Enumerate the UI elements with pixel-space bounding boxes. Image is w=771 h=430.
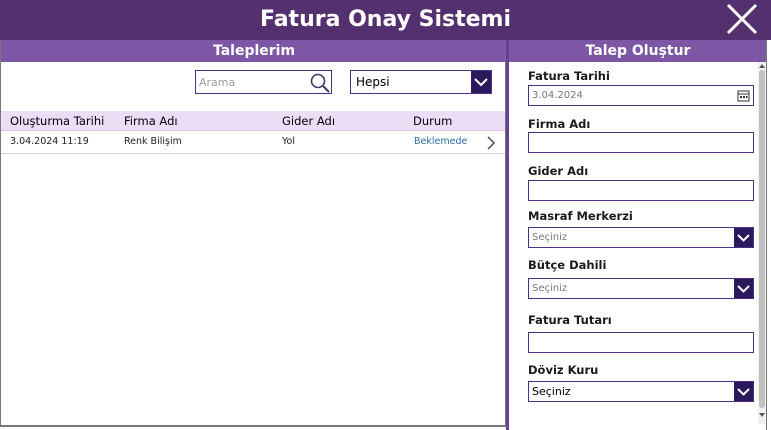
row-status: Beklemede: [414, 136, 468, 147]
expense-label: Gider Adı: [528, 164, 589, 178]
budget-value: Seçiniz: [532, 283, 568, 294]
company-input[interactable]: [528, 132, 754, 153]
chevron-down-icon: [737, 388, 750, 396]
scrollbar-thumb[interactable]: [759, 70, 765, 408]
panel-bottom-border: [0, 426, 506, 427]
company-label: Firma Adı: [528, 117, 591, 131]
column-header-created: Oluşturma Tarihi: [10, 114, 105, 128]
chevron-down-icon: [737, 285, 750, 293]
create-request-title: Talep Oluştur: [509, 40, 766, 62]
cost-center-value: Seçiniz: [532, 232, 568, 243]
search-box: [195, 70, 332, 94]
dropdown-button[interactable]: [734, 279, 753, 298]
chevron-down-icon: [737, 234, 750, 242]
dropdown-button[interactable]: [471, 71, 491, 93]
table-header: Oluşturma Tarihi Firma Adı Gider Adı Dur…: [1, 111, 505, 131]
status-filter-value: Hepsi: [356, 75, 390, 89]
column-header-expense: Gider Adı: [282, 114, 336, 128]
table-row[interactable]: 3.04.2024 11:19 Renk Bilişim Yol Bekleme…: [1, 132, 505, 154]
search-input[interactable]: [196, 71, 306, 93]
invoice-date-value: 3.04.2024: [532, 90, 583, 101]
amount-label: Fatura Tutarı: [528, 313, 612, 327]
budget-label: Bütçe Dahili: [528, 258, 607, 272]
search-icon[interactable]: [309, 72, 331, 94]
column-header-company: Firma Adı: [124, 114, 178, 128]
cost-center-dropdown[interactable]: Seçiniz: [528, 227, 754, 248]
create-request-panel: Talep Oluştur Fatura Tarihi 3.04.2024 Fi…: [509, 40, 767, 430]
dropdown-button[interactable]: [734, 382, 753, 401]
row-created-date: 3.04.2024 11:19: [10, 136, 89, 147]
status-filter-dropdown[interactable]: Hepsi: [350, 70, 492, 94]
app-header: Fatura Onay Sistemi: [0, 0, 771, 40]
calendar-icon[interactable]: [737, 89, 750, 102]
requests-panel: Taleplerim Hepsi Oluşturma Tarihi Firma …: [0, 40, 507, 426]
requests-panel-title: Taleplerim: [1, 40, 507, 62]
budget-dropdown[interactable]: Seçiniz: [528, 278, 754, 299]
column-header-status: Durum: [413, 114, 453, 128]
currency-value: Seçiniz: [532, 385, 571, 398]
row-company: Renk Bilişim: [124, 136, 182, 147]
expense-input[interactable]: [528, 180, 754, 201]
scroll-up-icon[interactable]: [759, 63, 765, 69]
app-title: Fatura Onay Sistemi: [259, 7, 512, 32]
dropdown-button[interactable]: [734, 228, 753, 247]
row-expense: Yol: [282, 136, 295, 147]
chevron-down-icon: [474, 78, 488, 87]
invoice-date-label: Fatura Tarihi: [528, 69, 610, 83]
cost-center-label: Masraf Merkerzi: [528, 209, 633, 223]
amount-input[interactable]: [528, 332, 754, 353]
chevron-right-icon[interactable]: [485, 135, 497, 151]
close-icon[interactable]: [723, 2, 761, 36]
scroll-down-icon[interactable]: [759, 412, 765, 418]
currency-label: Döviz Kuru: [528, 363, 599, 377]
currency-dropdown[interactable]: Seçiniz: [528, 381, 754, 402]
invoice-date-picker[interactable]: 3.04.2024: [528, 85, 754, 106]
